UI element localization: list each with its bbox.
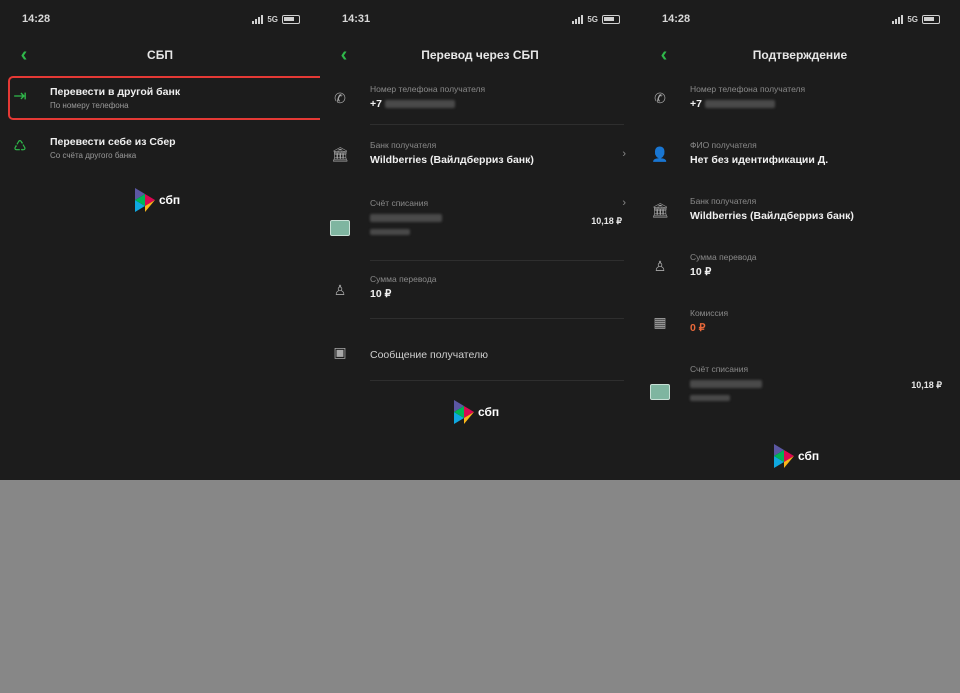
back-arrow-icon[interactable]: ‹ [14,44,34,66]
recipient-name-value: Нет без идентификации Д. [690,154,829,166]
field-label: Сумма перевода [370,274,437,284]
field-recipient-bank[interactable]: 🏛 Банк получателя Wildberries (Вайлдберр… [320,136,640,176]
sbp-logo-icon [774,444,794,468]
field-phone[interactable]: ✆ Номер телефона получателя +7 [320,80,640,120]
bank-icon: 🏛 [651,201,669,218]
sbp-logo-icon [135,188,155,212]
signal-icon [572,14,584,24]
screen-sbp-menu: 14:28 5G ‹ СБП ⇥ Перевести в другой банк… [0,0,320,480]
menu-item-label: Перевести себе из Сбер [50,136,176,148]
battery-icon [602,14,620,24]
field-label: Банк получателя [370,140,437,150]
account-name-redacted [370,214,442,223]
divider [370,260,624,261]
back-arrow-icon[interactable]: ‹ [654,44,674,66]
screen-sbp-transfer: 14:31 5G ‹ Перевод через СБП ✆ Номер тел… [320,0,640,480]
field-amount: ♙ Сумма перевода 10 ₽ [640,248,960,288]
field-recipient-name: 👤 ФИО получателя Нет без идентификации Д… [640,136,960,176]
status-time: 14:28 [22,13,51,25]
account-name-redacted [690,380,762,389]
field-phone: ✆ Номер телефона получателя +7 [640,80,960,120]
sbp-logo-icon [454,400,474,424]
amount-value: 10 ₽ [370,288,392,300]
battery-icon [922,14,940,24]
field-message[interactable]: ▣ Сообщение получателю [320,340,640,370]
status-bar: 14:31 5G [320,0,640,38]
card-icon [650,382,670,402]
field-label: Номер телефона получателя [370,84,486,94]
sbp-logo: сбп [454,400,499,424]
divider [370,380,624,381]
receipt-icon: ▦ [653,313,667,330]
status-bar: 14:28 5G [640,0,960,38]
card-icon [330,218,350,238]
back-arrow-icon[interactable]: ‹ [334,44,354,66]
phone-prefix: +7 [370,98,382,110]
account-balance: 10,18 ₽ [911,380,942,390]
phone-prefix: +7 [690,98,702,110]
field-label: Банк получателя [690,196,757,206]
message-icon: ▣ [333,343,347,360]
divider [370,124,624,125]
field-label: ФИО получателя [690,140,757,150]
battery-icon [282,14,300,24]
status-time: 14:31 [342,13,371,25]
field-label: Сумма перевода [690,252,757,262]
account-number-redacted [690,394,730,401]
field-label: Счёт списания [690,364,749,374]
field-label: Счёт списания [370,198,429,208]
field-debit-account[interactable]: Счёт списания › 10,18 ₽ [320,196,640,248]
signal-icon [892,14,904,24]
recipient-bank-value: Wildberries (Вайлдберриз банк) [690,210,854,222]
field-commission: ▦ Комиссия 0 ₽ [640,304,960,344]
signal-icon [252,14,264,24]
page-title: Подтверждение [752,48,848,62]
nav-bar: ‹ Перевод через СБП [320,38,640,72]
divider [370,318,624,319]
network-label: 5G [587,14,598,24]
sbp-logo-text: сбп [159,193,181,207]
status-icons: 5G [572,14,620,24]
field-amount[interactable]: ♙ Сумма перевода 10 ₽ [320,272,640,312]
sbp-logo: сбп [774,444,819,468]
status-bar: 14:28 5G [0,0,320,38]
field-label: Номер телефона получателя [690,84,806,94]
status-time: 14:28 [662,13,691,25]
account-number-redacted [370,228,410,235]
sbp-logo: сбп [135,188,180,212]
nav-bar: ‹ СБП [0,38,320,72]
account-balance: 10,18 ₽ [591,216,622,226]
network-label: 5G [907,14,918,24]
field-debit-account: Счёт списания 10,18 ₽ [640,360,960,412]
nav-bar: ‹ Подтверждение [640,38,960,72]
phone-number-redacted [704,100,775,109]
sbp-logo-text: сбп [798,449,820,463]
field-label: Комиссия [690,308,729,318]
field-recipient-bank: 🏛 Банк получателя Wildberries (Вайлдберр… [640,192,960,232]
chevron-right-icon: › [622,197,626,209]
recipient-bank-value: Wildberries (Вайлдберриз банк) [370,154,534,166]
sbp-logo-text: сбп [478,405,500,419]
message-placeholder: Сообщение получателю [370,349,488,361]
network-label: 5G [267,14,278,24]
status-icons: 5G [892,14,940,24]
menu-item-sub: Со счёта другого банка [50,151,137,160]
chevron-right-icon: › [622,148,626,160]
screen-sbp-confirm: 14:28 5G ‹ Подтверждение ✆ Номер телефон… [640,0,960,480]
phone-number-redacted [384,100,455,109]
phone-icon: ✆ [654,89,666,106]
page-title: СБП [147,48,173,62]
page-title: Перевод через СБП [421,48,539,62]
money-bag-icon: ♙ [653,257,667,274]
refresh-transfer-icon: ♺ [13,138,27,155]
commission-value: 0 ₽ [690,322,706,334]
phone-icon: ✆ [334,89,346,106]
status-icons: 5G [252,14,300,24]
money-bag-icon: ♙ [333,281,347,298]
bank-icon: 🏛 [331,145,349,162]
menu-item-transfer-self[interactable]: ♺ Перевести себе из Сбер Со счёта другог… [0,128,320,168]
highlight-box [8,76,320,120]
amount-value: 10 ₽ [690,266,712,278]
person-icon: 👤 [651,145,669,162]
